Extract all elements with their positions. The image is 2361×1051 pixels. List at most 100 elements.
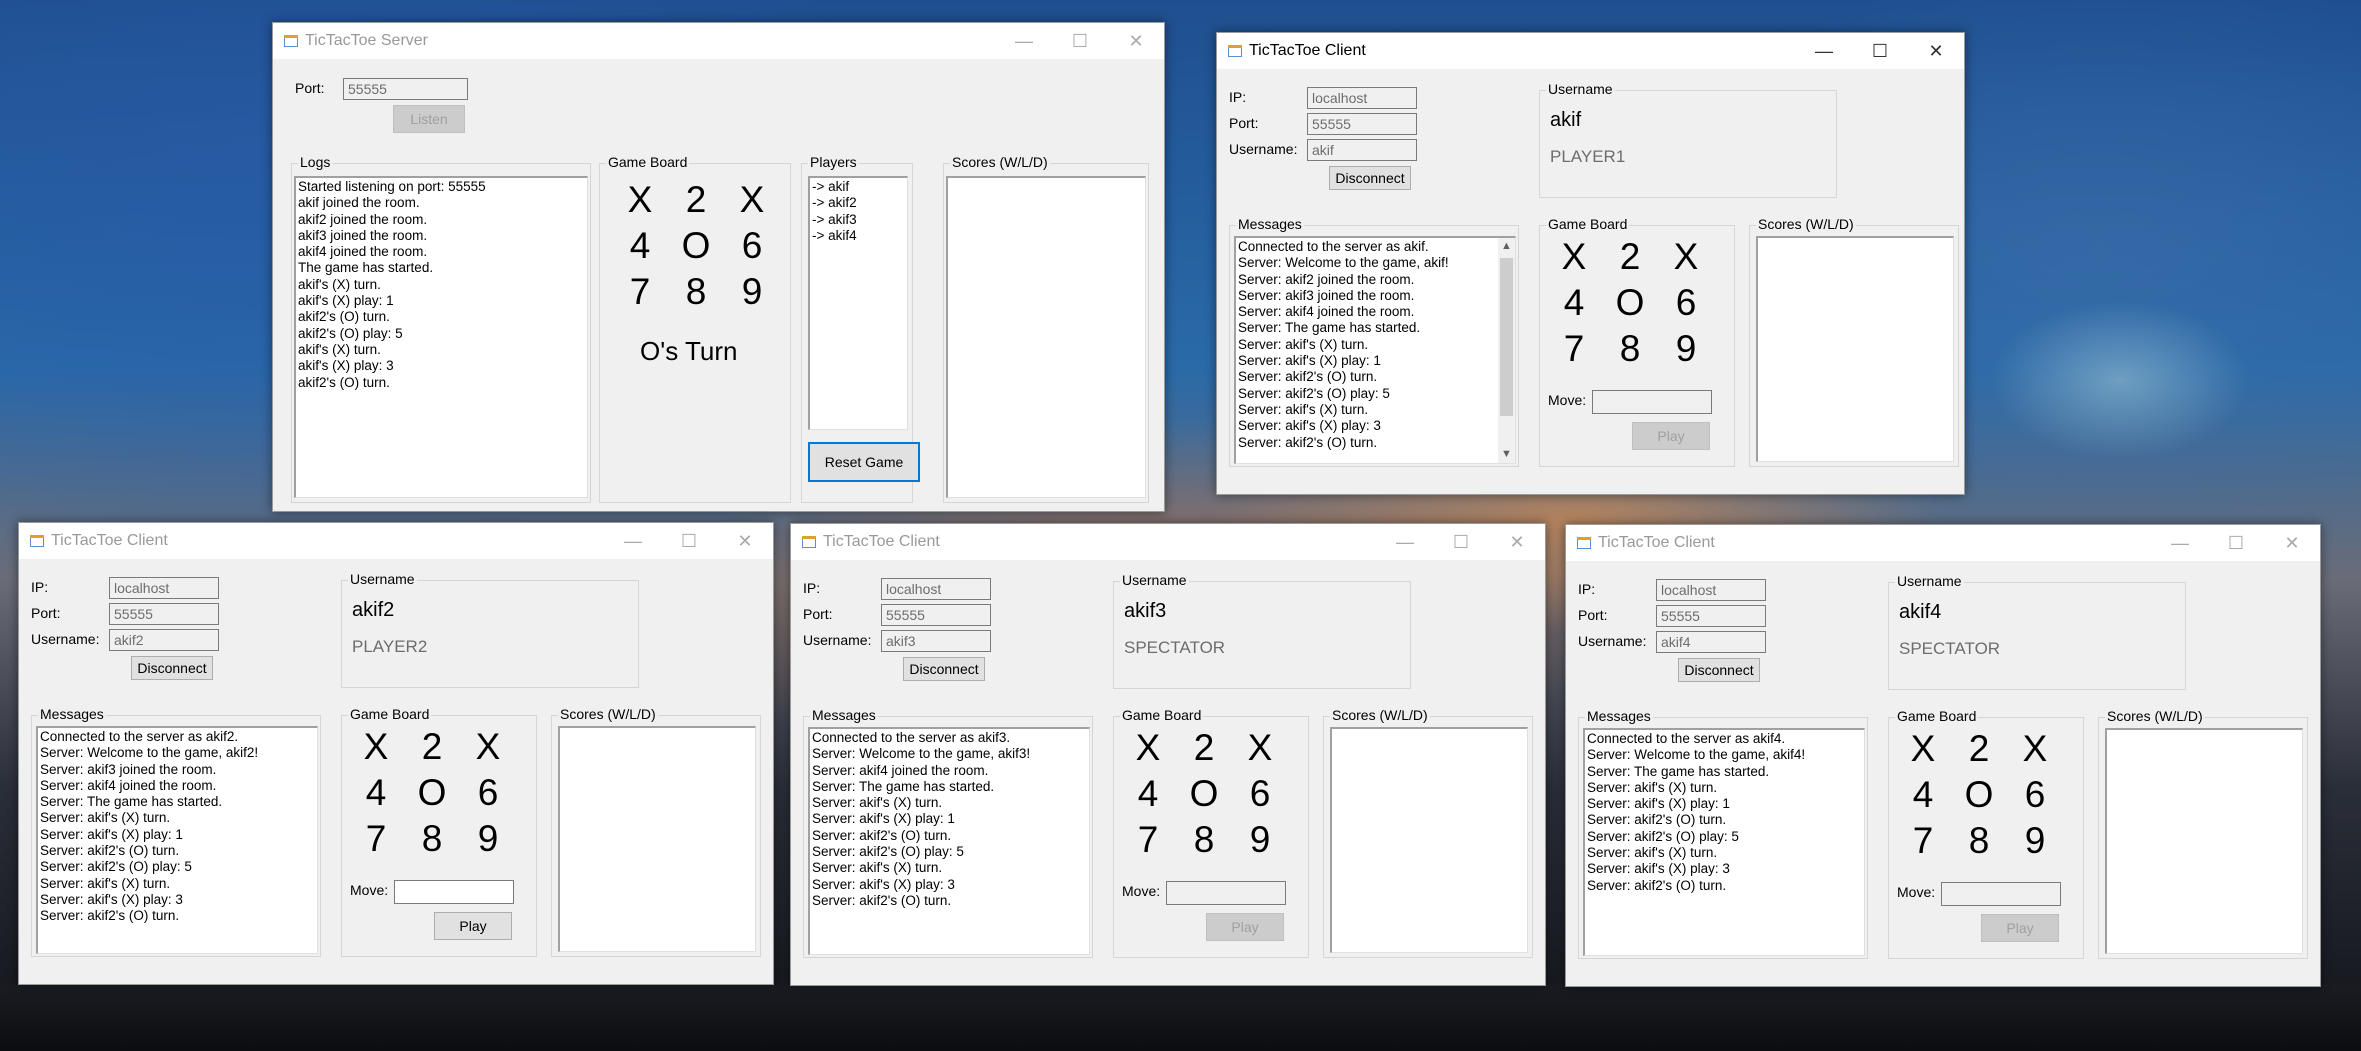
port-label: Port: xyxy=(803,606,833,622)
title-bar[interactable]: TicTacToe Server — ☐ ✕ xyxy=(273,23,1164,59)
board-cell: 2 xyxy=(1193,727,1215,768)
play-button[interactable]: Play xyxy=(1981,914,2059,942)
ip-label: IP: xyxy=(1229,89,1247,105)
window-title: TicTacToe Client xyxy=(51,532,168,549)
username-field[interactable]: akif xyxy=(1307,139,1417,161)
messages-list[interactable]: Connected to the server as akif4. Server:… xyxy=(1583,728,1865,956)
messages-scrollbar[interactable]: ▲ ▼ xyxy=(1498,238,1515,463)
play-button[interactable]: Play xyxy=(1206,913,1284,941)
move-input[interactable] xyxy=(394,880,514,904)
scores-label: Scores (W/L/D) xyxy=(1756,216,1856,232)
scroll-up-icon[interactable]: ▲ xyxy=(1498,238,1515,255)
scroll-thumb[interactable] xyxy=(1500,258,1513,416)
player-entry[interactable]: -> akif3 xyxy=(812,212,905,228)
maximize-button[interactable]: ☐ xyxy=(1052,23,1108,59)
listen-button[interactable]: Listen xyxy=(393,105,465,133)
board-cell: O xyxy=(417,772,447,813)
close-button[interactable]: ✕ xyxy=(1108,23,1164,59)
log-entry: akif's (X) play: 3 xyxy=(298,358,394,374)
logs-list[interactable]: Started listening on port: 55555 akif joi… xyxy=(294,176,588,498)
close-button[interactable]: ✕ xyxy=(2264,525,2320,561)
scores-group: Scores (W/L/D) xyxy=(1749,216,1959,467)
port-field[interactable]: 55555 xyxy=(109,603,219,625)
scores-list[interactable] xyxy=(558,726,756,952)
message-entry: Server: Welcome to the game, akif! xyxy=(1238,255,1449,271)
port-field[interactable]: 55555 xyxy=(881,604,991,626)
messages-list[interactable]: Connected to the server as akif3. Server:… xyxy=(808,727,1090,955)
message-entry: Server: akif2's (O) turn. xyxy=(812,892,952,908)
board-cell: 2 xyxy=(685,179,707,220)
players-list[interactable]: -> akif -> akif2 -> akif3 -> akif4 xyxy=(808,176,908,430)
board-cell: 2 xyxy=(1619,236,1641,277)
ip-field[interactable]: localhost xyxy=(1656,579,1766,601)
board-cell: 7 xyxy=(1137,819,1159,860)
message-entry: Server: akif's (X) play: 3 xyxy=(40,891,183,907)
minimize-button[interactable]: — xyxy=(1796,33,1852,69)
message-entry: Server: akif's (X) play: 1 xyxy=(812,811,955,827)
reset-game-button[interactable]: Reset Game xyxy=(808,442,920,482)
board-cell: X xyxy=(627,179,653,220)
messages-group: Messages Connected to the server as akif2… xyxy=(31,706,321,957)
player-entry[interactable]: -> akif2 xyxy=(812,195,905,211)
ip-field[interactable]: localhost xyxy=(109,577,219,599)
port-field[interactable]: 55555 xyxy=(1307,113,1417,135)
board-cell: 4 xyxy=(629,225,651,266)
scores-list[interactable] xyxy=(1330,727,1528,953)
log-entry: akif2's (O) turn. xyxy=(298,374,390,390)
server-window: TicTacToe Server — ☐ ✕ Port: 55555 Liste… xyxy=(272,22,1165,512)
log-entry: The game has started. xyxy=(298,260,434,276)
ip-field[interactable]: localhost xyxy=(881,578,991,600)
scores-list[interactable] xyxy=(1756,236,1954,462)
maximize-button[interactable]: ☐ xyxy=(1852,33,1908,69)
board-cell: 9 xyxy=(477,818,499,859)
username-field[interactable]: akif2 xyxy=(109,629,219,651)
title-bar[interactable]: TicTacToe Client — ☐ ✕ xyxy=(1217,33,1964,69)
game-board-group: Game Board X 2 X 4 O 6 7 8 9 Move: Play xyxy=(1113,707,1309,958)
play-button[interactable]: Play xyxy=(1632,422,1710,450)
messages-list[interactable]: Connected to the server as akif. Server: … xyxy=(1234,236,1516,464)
board-cell: O xyxy=(1615,282,1645,323)
move-input[interactable] xyxy=(1592,390,1712,414)
username-field[interactable]: akif4 xyxy=(1656,631,1766,653)
maximize-button[interactable]: ☐ xyxy=(661,523,717,559)
username-display: akif2 xyxy=(352,599,395,621)
board-cell: 6 xyxy=(1675,282,1697,323)
port-label: Port: xyxy=(31,605,61,621)
minimize-button[interactable]: — xyxy=(1377,524,1433,560)
disconnect-button[interactable]: Disconnect xyxy=(903,657,985,681)
maximize-button[interactable]: ☐ xyxy=(1433,524,1489,560)
close-button[interactable]: ✕ xyxy=(717,523,773,559)
scores-list[interactable] xyxy=(2105,728,2303,954)
messages-list[interactable]: Connected to the server as akif2. Server:… xyxy=(36,726,318,954)
player-entry[interactable]: -> akif4 xyxy=(812,228,905,244)
title-bar[interactable]: TicTacToe Client — ☐ ✕ xyxy=(1566,525,2320,561)
port-label: Port: xyxy=(1578,607,1608,623)
board-cell: 7 xyxy=(1563,328,1585,369)
move-input[interactable] xyxy=(1166,881,1286,905)
disconnect-button[interactable]: Disconnect xyxy=(1329,166,1411,190)
board-cell: 7 xyxy=(629,271,651,312)
ip-field[interactable]: localhost xyxy=(1307,87,1417,109)
message-entry: Server: akif's (X) turn. xyxy=(812,860,943,876)
port-field[interactable]: 55555 xyxy=(1656,605,1766,627)
scroll-down-icon[interactable]: ▼ xyxy=(1498,446,1515,463)
minimize-button[interactable]: — xyxy=(605,523,661,559)
move-input[interactable] xyxy=(1941,882,2061,906)
play-button[interactable]: Play xyxy=(434,912,512,940)
title-bar[interactable]: TicTacToe Client — ☐ ✕ xyxy=(19,523,773,559)
disconnect-button[interactable]: Disconnect xyxy=(1678,658,1760,682)
scores-list[interactable] xyxy=(946,176,1146,498)
port-field[interactable]: 55555 xyxy=(343,78,468,100)
player-entry[interactable]: -> akif xyxy=(812,179,905,195)
board-cell: X xyxy=(1910,728,1936,769)
disconnect-button[interactable]: Disconnect xyxy=(131,656,213,680)
close-button[interactable]: ✕ xyxy=(1908,33,1964,69)
close-button[interactable]: ✕ xyxy=(1489,524,1545,560)
title-bar[interactable]: TicTacToe Client — ☐ ✕ xyxy=(791,524,1545,560)
maximize-button[interactable]: ☐ xyxy=(2208,525,2264,561)
minimize-button[interactable]: — xyxy=(996,23,1052,59)
minimize-button[interactable]: — xyxy=(2152,525,2208,561)
username-field[interactable]: akif3 xyxy=(881,630,991,652)
username-label: Username: xyxy=(1578,633,1647,649)
message-entry: Server: akif's (X) play: 3 xyxy=(1238,418,1381,434)
